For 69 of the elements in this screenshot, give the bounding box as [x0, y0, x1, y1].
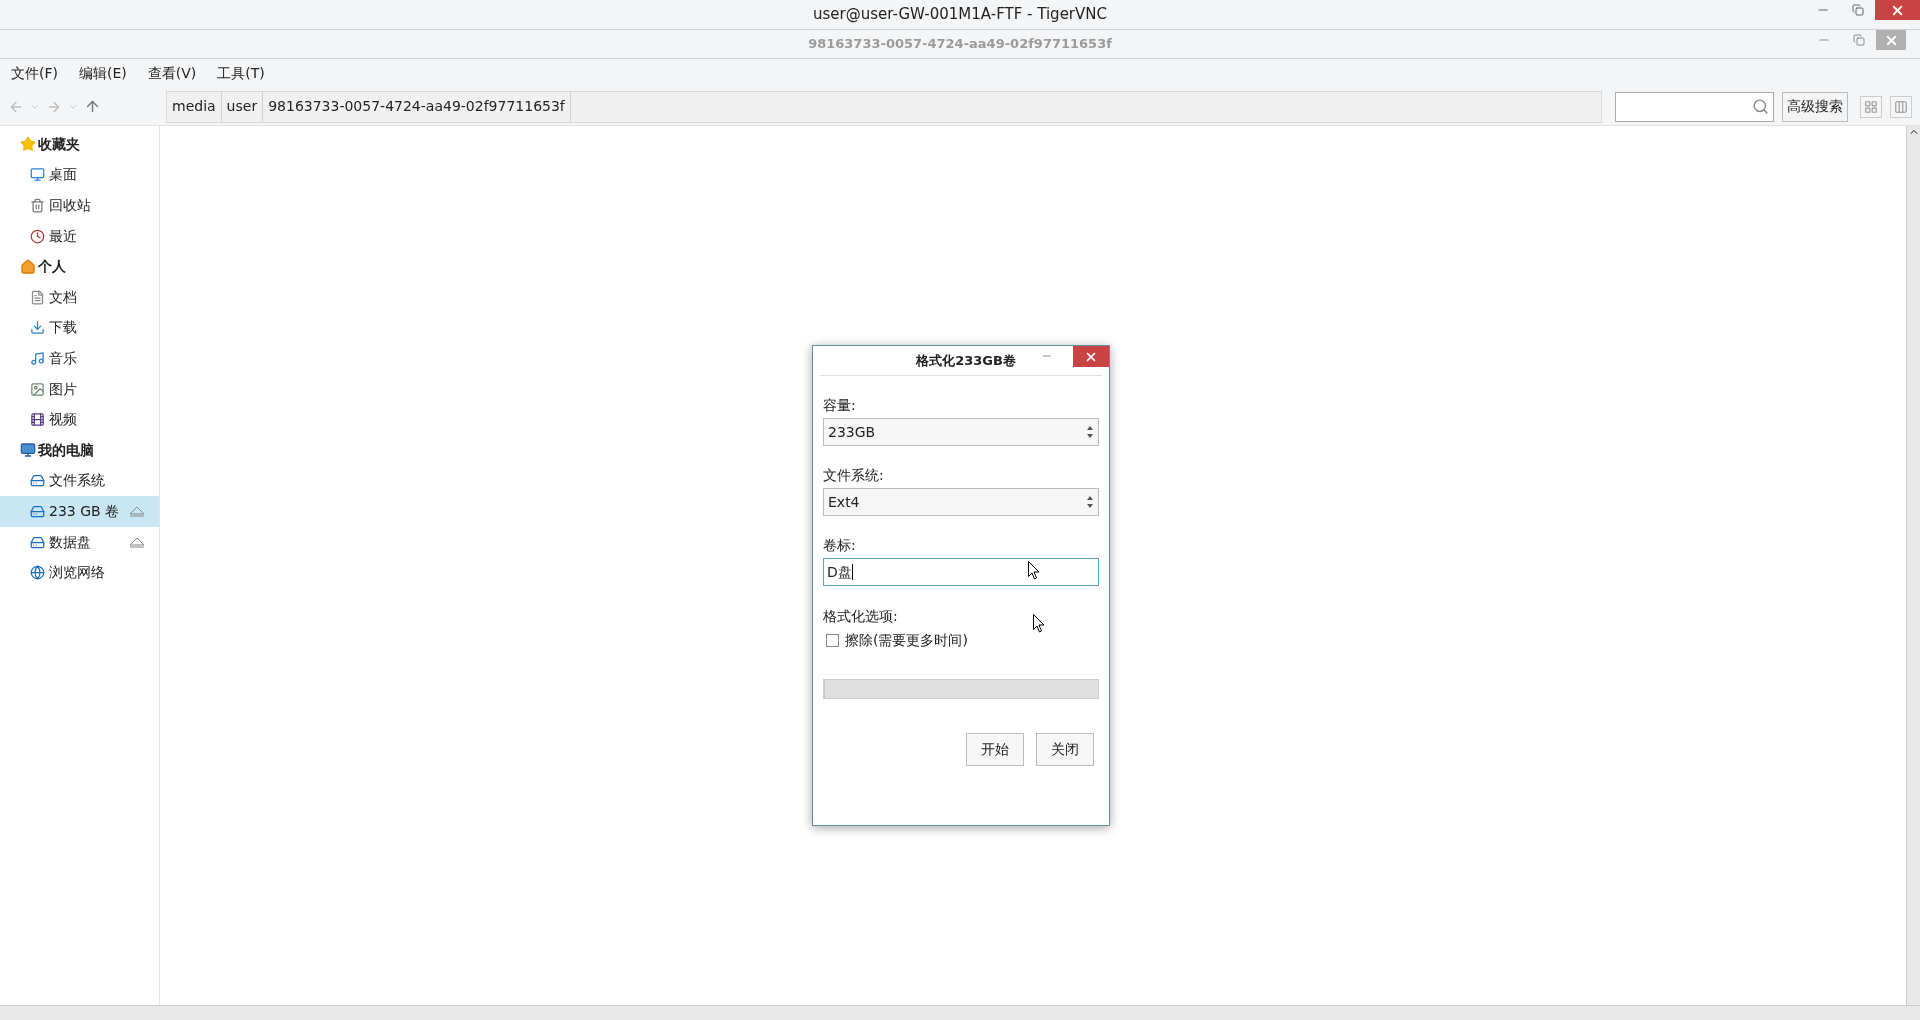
grid-view-icon[interactable] — [1860, 95, 1882, 118]
input-field[interactable]: D盘 — [823, 558, 1099, 586]
close-button[interactable] — [1875, 0, 1920, 20]
checkbox[interactable] — [826, 634, 839, 647]
window-title: 98163733-0057-4724-aa49-02f97711653f — [808, 35, 1112, 54]
sidebar-section-title: 收藏夹 — [38, 134, 80, 154]
restore-icon — [1851, 4, 1864, 16]
clock-icon — [30, 228, 45, 244]
download-icon — [30, 320, 45, 336]
window-title: user@user-GW-001M1A-FTF - TigerVNC — [813, 4, 1107, 26]
menu-item[interactable]: 工具(T) — [217, 63, 265, 84]
spin-arrows-icon — [1086, 495, 1094, 509]
field-label: 文件系统: — [823, 466, 885, 485]
vertical-scrollbar[interactable] — [1906, 126, 1920, 1005]
restore-icon — [1852, 34, 1865, 46]
spin-arrows-icon — [1086, 425, 1094, 439]
menu-item[interactable]: 文件(F) — [11, 63, 58, 84]
monitor-icon — [20, 442, 36, 459]
eject-icon[interactable] — [129, 536, 145, 548]
search-icon — [1752, 98, 1769, 115]
document-icon — [30, 289, 45, 305]
breadcrumb-item[interactable]: media — [167, 91, 222, 122]
sidebar-item[interactable]: 最近 — [0, 220, 159, 252]
music-note-icon — [30, 350, 45, 366]
sidebar-item[interactable]: 桌面 — [0, 159, 159, 191]
drive-icon — [30, 534, 45, 550]
select-field[interactable]: Ext4 — [823, 488, 1099, 516]
trash-icon — [30, 198, 45, 213]
sidebar-item[interactable]: 音乐 — [0, 343, 159, 374]
globe-icon — [30, 565, 45, 581]
sidebar-section-title: 个人 — [38, 257, 66, 277]
dialog-title: 格式化233GB卷 — [915, 351, 1016, 370]
dialog-button[interactable]: 开始 — [966, 733, 1024, 766]
breadcrumb-item[interactable]: 98163733-0057-4724-aa49-02f97711653f — [263, 91, 571, 122]
sidebar-item[interactable]: 回收站 — [0, 190, 159, 221]
sidebar-item[interactable]: 数据盘 — [0, 526, 159, 558]
options-label: 格式化选项: — [823, 607, 898, 626]
close-button[interactable] — [1876, 30, 1906, 50]
sidebar-item[interactable]: 文档 — [0, 281, 159, 313]
list-view-icon[interactable] — [1890, 95, 1912, 118]
sidebar-item[interactable]: 视频 — [0, 404, 159, 435]
dialog-button[interactable]: 关闭 — [1036, 733, 1094, 766]
pointer-cursor-icon — [1028, 561, 1040, 580]
house-icon — [20, 258, 36, 275]
horizontal-scrollbar[interactable] — [0, 1005, 1920, 1020]
sidebar-item[interactable]: 浏览网络 — [0, 557, 159, 588]
sidebar-item[interactable]: 文件系统 — [0, 465, 159, 497]
advanced-search-button[interactable]: 高级搜索 — [1782, 91, 1848, 122]
picture-icon — [30, 381, 45, 397]
film-icon — [30, 412, 45, 428]
menu-item[interactable]: 编辑(E) — [79, 63, 127, 84]
sidebar-item[interactable]: 下载 — [0, 312, 159, 344]
field-label: 容量: — [823, 396, 857, 415]
menu-item[interactable]: 查看(V) — [147, 63, 197, 84]
drive-icon — [30, 473, 45, 489]
close-button[interactable] — [1073, 346, 1109, 367]
star-icon — [20, 136, 36, 153]
search-field[interactable] — [1615, 91, 1774, 122]
desktop-icon — [30, 167, 45, 183]
sidebar-item[interactable]: 图片 — [0, 373, 159, 405]
breadcrumb-item[interactable]: user — [221, 91, 264, 122]
select-field[interactable]: 233GB — [823, 418, 1099, 446]
eject-icon[interactable] — [129, 505, 145, 517]
checkbox-label: 擦除(需要更多时间) — [845, 631, 968, 650]
drive-icon — [30, 503, 45, 519]
sidebar-section-title: 我的电脑 — [38, 440, 94, 460]
sidebar-item[interactable]: 233 GB 卷 — [0, 496, 159, 527]
pointer-cursor-icon — [1033, 614, 1045, 633]
field-label: 卷标: — [823, 536, 857, 555]
